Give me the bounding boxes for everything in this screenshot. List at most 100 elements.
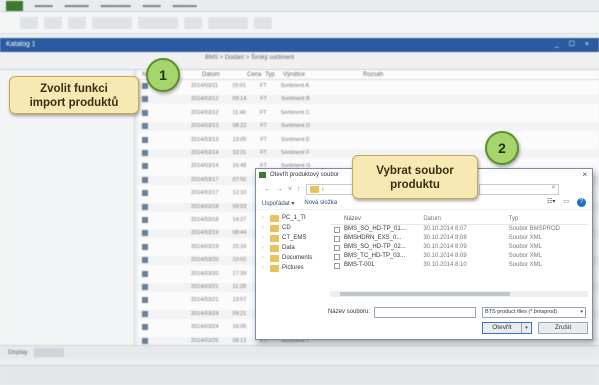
table-row[interactable]: 2014/03/12 09:14 FT Sortiment B xyxy=(138,95,599,105)
product-icon xyxy=(142,123,148,130)
close-icon[interactable]: × xyxy=(582,169,587,181)
menu-item[interactable]: ▬▬▬ xyxy=(143,3,161,9)
forward-arrow-icon[interactable]: → xyxy=(276,186,283,193)
product-icon xyxy=(142,270,148,277)
menu-item[interactable]: ▬▬▬▬ xyxy=(65,3,89,9)
table-cell: Sortiment D xyxy=(281,123,311,130)
file-type-filter[interactable]: BTS product files (*.bmsprod) ▾ xyxy=(482,306,586,318)
window-controls[interactable]: _ ☐ × xyxy=(555,38,593,52)
menu-item[interactable]: ▬▬▬▬ xyxy=(173,3,197,9)
open-button[interactable]: Otevřít ▾ xyxy=(482,322,532,334)
product-icon xyxy=(142,243,148,250)
file-name: BMSHDRN_EXS_0... xyxy=(343,235,402,241)
grid-column-header[interactable]: Rozsah xyxy=(359,70,439,79)
callout-select-file: Vybrat soubor produktu xyxy=(352,155,478,199)
chevron-down-icon[interactable]: ▾ xyxy=(521,323,531,333)
file-row[interactable]: BMS-T-001 30.10.2014 8:10 Soubor XML xyxy=(330,261,588,270)
table-cell: FT xyxy=(260,96,268,103)
filename-field[interactable] xyxy=(374,306,476,318)
column-date[interactable]: Datum xyxy=(423,213,508,224)
file-row[interactable]: BMS_TC_HD-TP_03... 30.10.2014 8:09 Soubor … xyxy=(330,252,588,261)
window-titlebar: Katalog 1 _ ☐ × xyxy=(0,38,599,52)
file-name: BMS-T-001 xyxy=(343,262,375,268)
scrollbar-thumb[interactable] xyxy=(340,292,510,296)
column-type[interactable]: Typ xyxy=(509,213,588,224)
pager[interactable] xyxy=(33,348,64,357)
product-icon xyxy=(142,257,148,264)
grid-column-header[interactable]: Datum xyxy=(198,70,243,79)
folder-tree-label: PC_1_TI xyxy=(282,215,306,221)
preview-pane-icon[interactable]: ▭ xyxy=(563,198,569,207)
table-cell: 07:55 xyxy=(232,176,247,183)
table-cell: 2014/03/17 xyxy=(191,176,219,183)
table-cell: 14:27 xyxy=(232,217,247,223)
toolbar-button[interactable] xyxy=(184,16,202,29)
table-cell: 2014/03/14 xyxy=(191,163,219,170)
callout-import-function: Zvolit funkci import produktů xyxy=(9,76,139,114)
table-cell: 2014/03/18 xyxy=(191,203,219,210)
table-cell: 13:05 xyxy=(232,136,247,143)
menu-item[interactable]: ▬▬▬ xyxy=(35,3,53,9)
table-cell: 10:02 xyxy=(232,257,247,264)
cancel-button[interactable]: Zrušit xyxy=(538,322,588,334)
file-row[interactable]: BMS_SO_HD-TP_02... 30.10.2014 8:09 Soubor … xyxy=(330,243,588,252)
toolbar-button[interactable] xyxy=(20,16,38,29)
toolbar-button[interactable] xyxy=(254,16,272,29)
folder-tree: › PC_1_TI › CD › CT_EMS › Data › Documents › Pictur… xyxy=(262,213,324,293)
grid-column-header[interactable]: Cena xyxy=(243,70,261,79)
organize-button[interactable]: Uspořádat ▾ xyxy=(262,200,294,207)
table-row[interactable]: 2014/03/12 11:40 FT Sortiment C xyxy=(138,109,599,118)
chevron-right-icon[interactable]: › xyxy=(262,265,267,271)
toolbar-button[interactable] xyxy=(138,16,178,29)
breadcrumb: BMS > Dodání > Široký sortiment xyxy=(205,55,295,61)
up-arrow-icon[interactable]: ↑ xyxy=(297,186,301,193)
product-icon xyxy=(142,96,148,103)
table-cell: FT xyxy=(259,109,267,116)
table-row[interactable]: 2014/03/11 15:01 FT Sortiment A xyxy=(138,82,599,91)
help-icon[interactable]: ? xyxy=(577,198,586,207)
search-input[interactable]: ⌕ xyxy=(478,183,559,195)
file-row[interactable]: BMS_SO_HD-TP_01... 30.10.2014 8:07 Soubor … xyxy=(330,225,588,234)
file-icon xyxy=(334,244,340,251)
table-cell: 2014/03/17 xyxy=(191,190,219,197)
chevron-right-icon[interactable]: › xyxy=(262,225,267,231)
product-icon xyxy=(142,203,148,210)
new-folder-button[interactable]: Nová složka xyxy=(304,200,337,206)
table-cell: 2014/03/20 xyxy=(191,270,219,277)
back-arrow-icon[interactable]: ← xyxy=(264,186,271,193)
chevron-right-icon[interactable]: › xyxy=(262,235,267,241)
callout-line: Zvolit funkci xyxy=(40,83,108,95)
table-cell: 2014/03/11 xyxy=(191,83,219,89)
toolbar xyxy=(0,12,599,34)
column-name[interactable]: Název xyxy=(330,213,423,224)
folder-tree-item[interactable]: › PC_1_TI xyxy=(262,213,324,223)
table-cell: 2014/03/13 xyxy=(191,136,219,143)
toolbar-button[interactable] xyxy=(68,16,86,29)
folder-tree-item[interactable]: › CD xyxy=(262,223,324,233)
grid-column-header[interactable]: Výrobce xyxy=(279,70,359,79)
folder-tree-item[interactable]: › Documents xyxy=(262,253,324,263)
horizontal-scrollbar[interactable] xyxy=(330,291,588,297)
toolbar-button[interactable] xyxy=(92,16,132,29)
filename-row: Název souboru: BTS product files (*.bmsp… xyxy=(256,305,594,319)
file-date: 30.10.2014 8:07 xyxy=(423,226,467,232)
folder-tree-item[interactable]: › CT_EMS xyxy=(262,233,324,243)
table-row[interactable]: 2014/03/13 08:22 FT Sortiment D xyxy=(138,122,599,132)
view-options-icon[interactable]: ☷▾ xyxy=(547,198,555,207)
table-cell: 17:39 xyxy=(232,270,247,277)
table-cell: FT xyxy=(260,123,268,130)
chevron-right-icon[interactable]: › xyxy=(262,245,267,251)
dialog-buttons: Otevřít ▾ Zrušit xyxy=(256,322,594,336)
toolbar-button[interactable] xyxy=(44,16,62,29)
folder-tree-item[interactable]: › Pictures xyxy=(262,263,324,273)
menu-item[interactable]: ▬▬▬▬▬ xyxy=(101,3,131,9)
file-row[interactable]: BMSHDRN_EXS_0... 30.10.2014 8:08 Soubor XM… xyxy=(330,234,588,243)
chevron-right-icon[interactable]: › xyxy=(262,255,267,261)
folder-tree-item[interactable]: › Data xyxy=(262,243,324,253)
table-row[interactable]: 2014/03/13 13:05 FT Sortiment E xyxy=(138,136,599,145)
chevron-down-icon[interactable]: ˅ xyxy=(288,186,292,193)
callout-line: Vybrat soubor xyxy=(376,165,454,177)
chevron-right-icon[interactable]: › xyxy=(262,215,267,221)
grid-column-header[interactable]: Typ xyxy=(261,70,279,79)
toolbar-button[interactable] xyxy=(208,16,248,29)
